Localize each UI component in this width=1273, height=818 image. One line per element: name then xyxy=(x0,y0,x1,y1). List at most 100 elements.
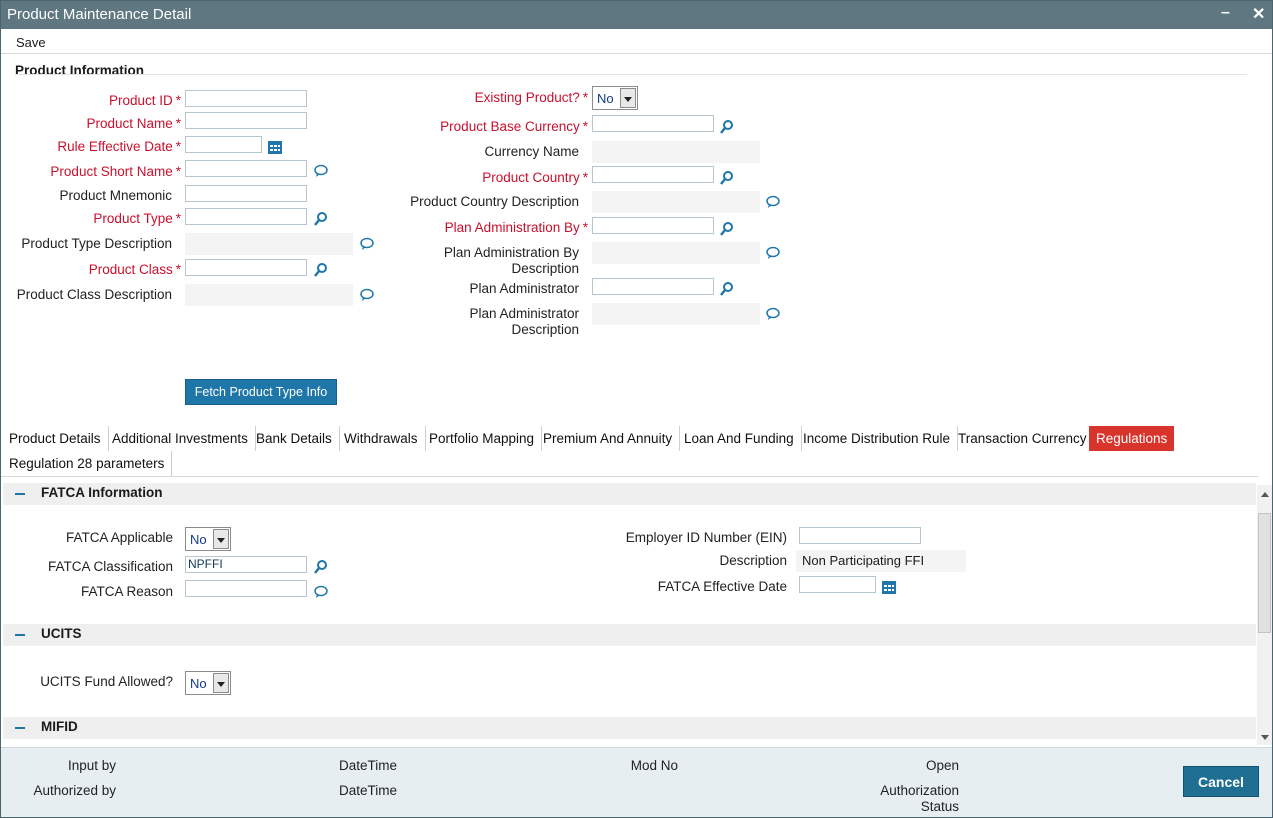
mod-no-label: Mod No xyxy=(630,758,678,773)
tab-product-details[interactable]: Product Details xyxy=(2,426,109,451)
plan-administrator-input[interactable] xyxy=(592,278,714,295)
product-country-description-value xyxy=(592,191,760,213)
product-country-description-label: Product Country Description xyxy=(410,194,579,209)
currency-name-value xyxy=(592,141,760,163)
product-id-input[interactable] xyxy=(185,90,307,107)
mifid-section-title: MIFID xyxy=(41,719,78,734)
product-class-description-value xyxy=(185,284,353,306)
product-type-description-value xyxy=(185,233,353,255)
chevron-down-icon xyxy=(213,529,229,549)
product-type-description-label: Product Type Description xyxy=(21,236,172,251)
calendar-icon[interactable] xyxy=(267,139,283,155)
minimize-icon[interactable]: – xyxy=(1221,4,1230,22)
existing-product-label: Existing Product? * xyxy=(474,90,588,105)
scrollbar-thumb[interactable] xyxy=(1258,513,1271,633)
calendar-icon[interactable] xyxy=(881,579,897,595)
ucits-fund-allowed-select[interactable]: No xyxy=(185,671,231,695)
product-class-label: Product Class * xyxy=(88,262,181,277)
input-datetime-label: DateTime xyxy=(338,758,397,773)
comment-icon[interactable] xyxy=(313,584,329,600)
tab-portfolio-mapping[interactable]: Portfolio Mapping xyxy=(422,426,543,451)
authorized-by-label: Authorized by xyxy=(33,783,116,798)
comment-icon[interactable] xyxy=(765,245,781,261)
tab-premium-and-annuity[interactable]: Premium And Annuity xyxy=(536,426,681,451)
record-status-label: Open xyxy=(925,758,959,773)
tab-regulations[interactable]: Regulations xyxy=(1089,426,1175,451)
comment-icon[interactable] xyxy=(359,287,375,303)
regulations-panel: FATCA Information FATCA Applicable No FA… xyxy=(3,483,1256,745)
search-icon[interactable] xyxy=(719,221,735,237)
fatca-section-header[interactable]: FATCA Information xyxy=(3,483,1256,505)
title-bar: Product Maintenance Detail – ✕ xyxy=(1,1,1272,29)
plan-administration-by-input[interactable] xyxy=(592,217,714,234)
rule-effective-date-input[interactable] xyxy=(185,136,262,153)
search-icon[interactable] xyxy=(719,119,735,135)
existing-product-select[interactable]: No xyxy=(592,86,638,110)
fatca-classification-label: FATCA Classification xyxy=(47,559,173,574)
product-class-input[interactable] xyxy=(185,259,307,276)
tab-income-distribution-rule[interactable]: Income Distribution Rule xyxy=(796,426,959,451)
comment-icon[interactable] xyxy=(765,194,781,210)
comment-icon[interactable] xyxy=(765,306,781,322)
product-short-name-label: Product Short Name * xyxy=(50,164,181,179)
chevron-down-icon xyxy=(213,673,229,693)
fatca-reason-input[interactable] xyxy=(185,580,307,597)
currency-name-label: Currency Name xyxy=(484,144,579,159)
product-class-description-label: Product Class Description xyxy=(16,287,172,302)
search-icon[interactable] xyxy=(719,281,735,297)
scroll-up-icon[interactable] xyxy=(1261,492,1269,497)
tab-withdrawals[interactable]: Withdrawals xyxy=(337,426,426,451)
product-type-input[interactable] xyxy=(185,208,307,225)
fatca-section-title: FATCA Information xyxy=(41,485,163,500)
plan-administration-by-description-label: Plan Administration By Description xyxy=(443,245,579,276)
search-icon[interactable] xyxy=(313,211,329,227)
fatca-description-value: Non Participating FFI xyxy=(796,550,966,572)
product-mnemonic-label: Product Mnemonic xyxy=(59,188,172,203)
window-title: Product Maintenance Detail xyxy=(7,6,192,23)
fatca-reason-label: FATCA Reason xyxy=(80,584,173,599)
product-information-header: Product Information xyxy=(15,63,144,78)
save-menu-item[interactable]: Save xyxy=(16,35,46,50)
ucits-section-header[interactable]: UCITS xyxy=(3,624,1256,646)
tab-regulation-28-parameters[interactable]: Regulation 28 parameters xyxy=(2,451,173,476)
fatca-effective-date-input[interactable] xyxy=(799,576,876,593)
authorized-datetime-label: DateTime xyxy=(338,783,397,798)
ein-input[interactable] xyxy=(799,527,921,544)
product-id-label: Product ID * xyxy=(108,93,181,108)
audit-footer: Input by Authorized by DateTime DateTime… xyxy=(1,747,1272,817)
fetch-product-type-info-button[interactable]: Fetch Product Type Info xyxy=(185,379,337,405)
ein-label: Employer ID Number (EIN) xyxy=(625,530,787,545)
vertical-scrollbar[interactable] xyxy=(1257,485,1272,745)
fatca-classification-input[interactable]: NPFFI xyxy=(185,556,307,573)
fatca-applicable-select[interactable]: No xyxy=(185,527,231,551)
product-maintenance-window: Product Maintenance Detail – ✕ Save Prod… xyxy=(0,0,1273,818)
search-icon[interactable] xyxy=(313,262,329,278)
search-icon[interactable] xyxy=(313,559,329,575)
scroll-down-icon[interactable] xyxy=(1261,735,1269,740)
tab-bank-details[interactable]: Bank Details xyxy=(249,426,340,451)
product-name-input[interactable] xyxy=(185,112,307,129)
product-country-input[interactable] xyxy=(592,166,714,183)
collapse-icon[interactable] xyxy=(15,727,25,729)
mifid-section-header[interactable]: MIFID xyxy=(3,717,1256,739)
search-icon[interactable] xyxy=(719,170,735,186)
plan-administrator-label: Plan Administrator xyxy=(469,281,579,296)
menu-bar: Save xyxy=(1,29,1272,54)
comment-icon[interactable] xyxy=(359,236,375,252)
product-short-name-input[interactable] xyxy=(185,160,307,177)
tab-transaction-currency[interactable]: Transaction Currency xyxy=(951,426,1095,451)
product-mnemonic-input[interactable] xyxy=(185,185,307,202)
tab-additional-investments[interactable]: Additional Investments xyxy=(105,426,256,451)
product-type-label: Product Type * xyxy=(93,211,181,226)
close-icon[interactable]: ✕ xyxy=(1252,4,1265,24)
collapse-icon[interactable] xyxy=(15,493,25,495)
tab-loan-and-funding[interactable]: Loan And Funding xyxy=(677,426,802,451)
collapse-icon[interactable] xyxy=(15,634,25,636)
product-base-currency-input[interactable] xyxy=(592,115,714,132)
plan-administration-by-description-value xyxy=(592,242,760,264)
cancel-button[interactable]: Cancel xyxy=(1183,766,1259,797)
chevron-down-icon xyxy=(620,88,636,108)
comment-icon[interactable] xyxy=(313,163,329,179)
plan-administrator-description-value xyxy=(592,303,760,325)
product-name-label: Product Name * xyxy=(86,116,181,131)
